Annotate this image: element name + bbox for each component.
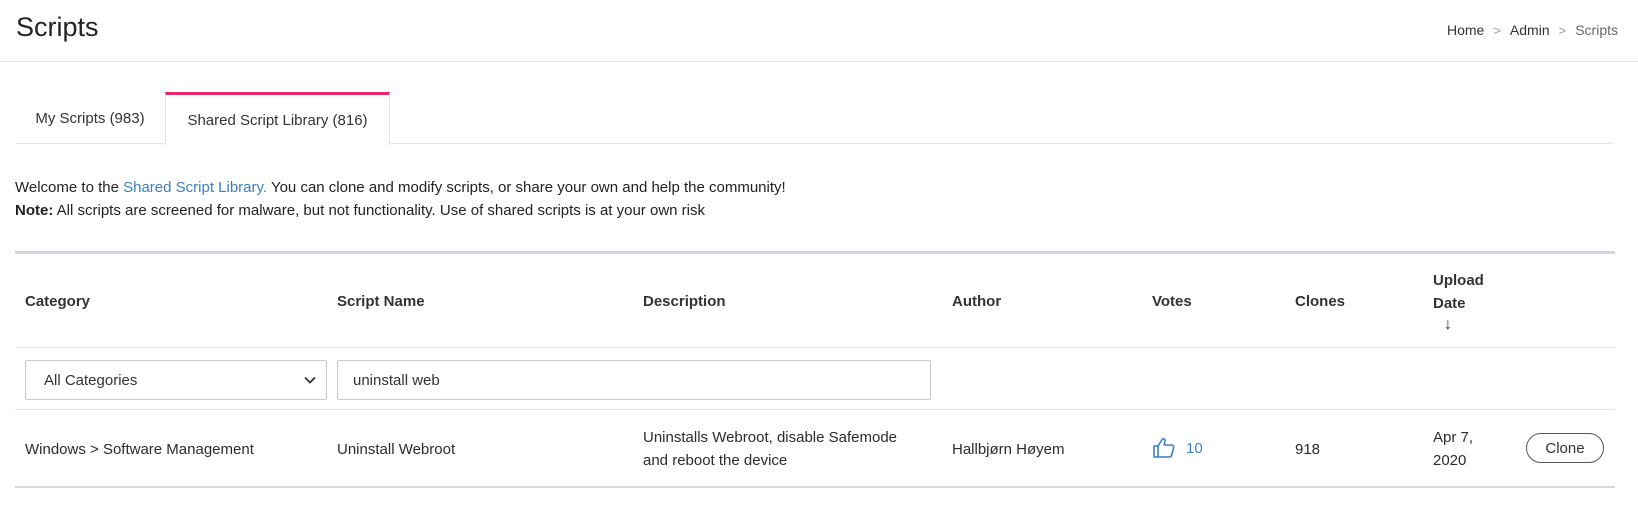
script-name-search-input[interactable]	[337, 360, 931, 400]
column-header-upload-date[interactable]: Upload Date ↓	[1433, 269, 1493, 335]
breadcrumb-separator: >	[1493, 22, 1501, 38]
table-header: Category Script Name Description Author …	[15, 254, 1615, 348]
column-header-script-name[interactable]: Script Name	[337, 293, 425, 310]
breadcrumb-home[interactable]: Home	[1447, 22, 1484, 38]
column-header-author[interactable]: Author	[952, 293, 1001, 310]
table-row: Windows > Software Management Uninstall …	[15, 410, 1615, 488]
cell-upload-date: Apr 7, 2020	[1433, 429, 1474, 469]
category-select-value: All Categories	[44, 371, 138, 389]
cell-script-name: Uninstall Webroot	[337, 441, 456, 458]
column-header-description[interactable]: Description	[643, 293, 726, 310]
scripts-table: Category Script Name Description Author …	[15, 251, 1615, 488]
column-header-clones[interactable]: Clones	[1295, 293, 1345, 310]
note-label: Note:	[15, 202, 54, 219]
breadcrumb-admin[interactable]: Admin	[1510, 22, 1550, 38]
filter-row: All Categories	[15, 348, 1615, 410]
upload-date-label: Upload Date	[1433, 272, 1484, 312]
cell-description: Uninstalls Webroot, disable Safemode and…	[643, 429, 898, 469]
intro-welcome-line: Welcome to the Shared Script Library. Yo…	[15, 176, 786, 199]
vote-button[interactable]: 10	[1152, 436, 1203, 460]
cell-author: Hallbjørn Høyem	[952, 441, 1065, 458]
column-header-category[interactable]: Category	[25, 293, 90, 310]
breadcrumb-separator: >	[1558, 22, 1567, 38]
cell-category: Windows > Software Management	[25, 441, 254, 458]
category-select[interactable]: All Categories	[25, 360, 327, 400]
vote-count: 10	[1186, 439, 1203, 457]
top-bar: Scripts Home > Admin > Scripts	[0, 0, 1638, 62]
sort-descending-icon: ↓	[1444, 316, 1452, 333]
intro-prefix: Welcome to the	[15, 179, 124, 196]
breadcrumb-current: Scripts	[1575, 22, 1618, 38]
intro-suffix: You can clone and modify scripts, or sha…	[267, 179, 786, 196]
page-title: Scripts	[16, 12, 99, 42]
cell-clones: 918	[1295, 441, 1321, 458]
breadcrumb: Home > Admin > Scripts	[1447, 22, 1618, 38]
clone-button[interactable]: Clone	[1526, 433, 1604, 463]
thumbs-up-icon	[1153, 437, 1175, 458]
tab-shared-script-library[interactable]: Shared Script Library (816)	[165, 92, 390, 145]
shared-library-link[interactable]: Shared Script Library.	[123, 179, 267, 196]
chevron-down-icon	[304, 376, 316, 384]
note-text: All scripts are screened for malware, bu…	[53, 202, 705, 219]
column-header-votes[interactable]: Votes	[1152, 293, 1192, 310]
intro-note-line: Note: All scripts are screened for malwa…	[15, 199, 786, 222]
intro-text: Welcome to the Shared Script Library. Yo…	[15, 176, 786, 222]
tab-bar: My Scripts (983) Shared Script Library (…	[16, 92, 1614, 145]
tab-my-scripts[interactable]: My Scripts (983)	[16, 92, 164, 144]
